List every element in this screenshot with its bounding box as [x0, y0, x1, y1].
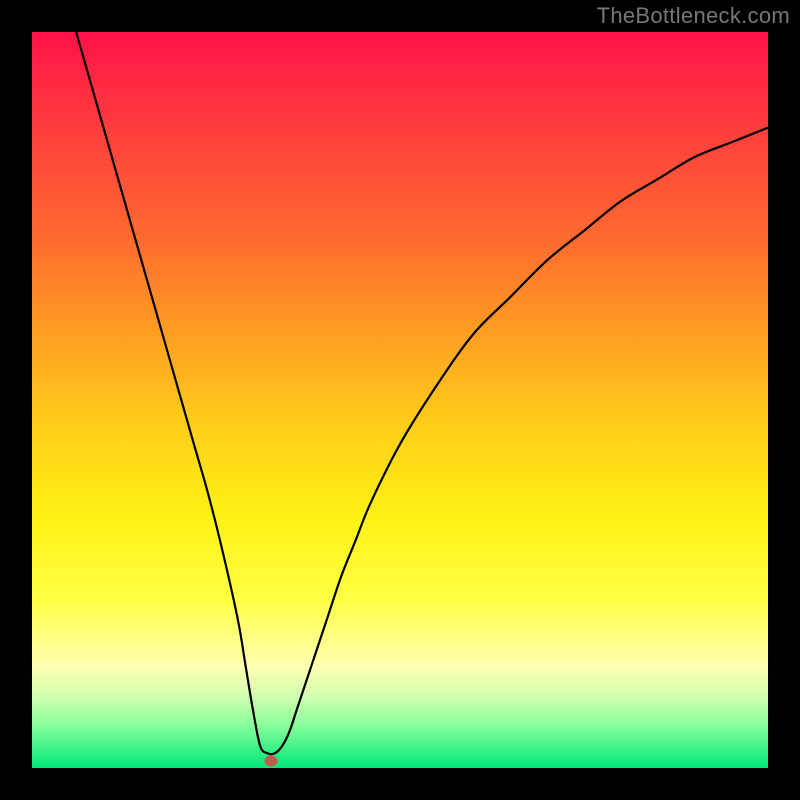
chart-container: TheBottleneck.com: [0, 0, 800, 800]
curve-svg: [32, 32, 768, 768]
min-point-marker: [265, 755, 278, 766]
plot-area: [32, 32, 768, 768]
attribution-text: TheBottleneck.com: [597, 3, 790, 29]
bottleneck-curve: [76, 32, 768, 754]
